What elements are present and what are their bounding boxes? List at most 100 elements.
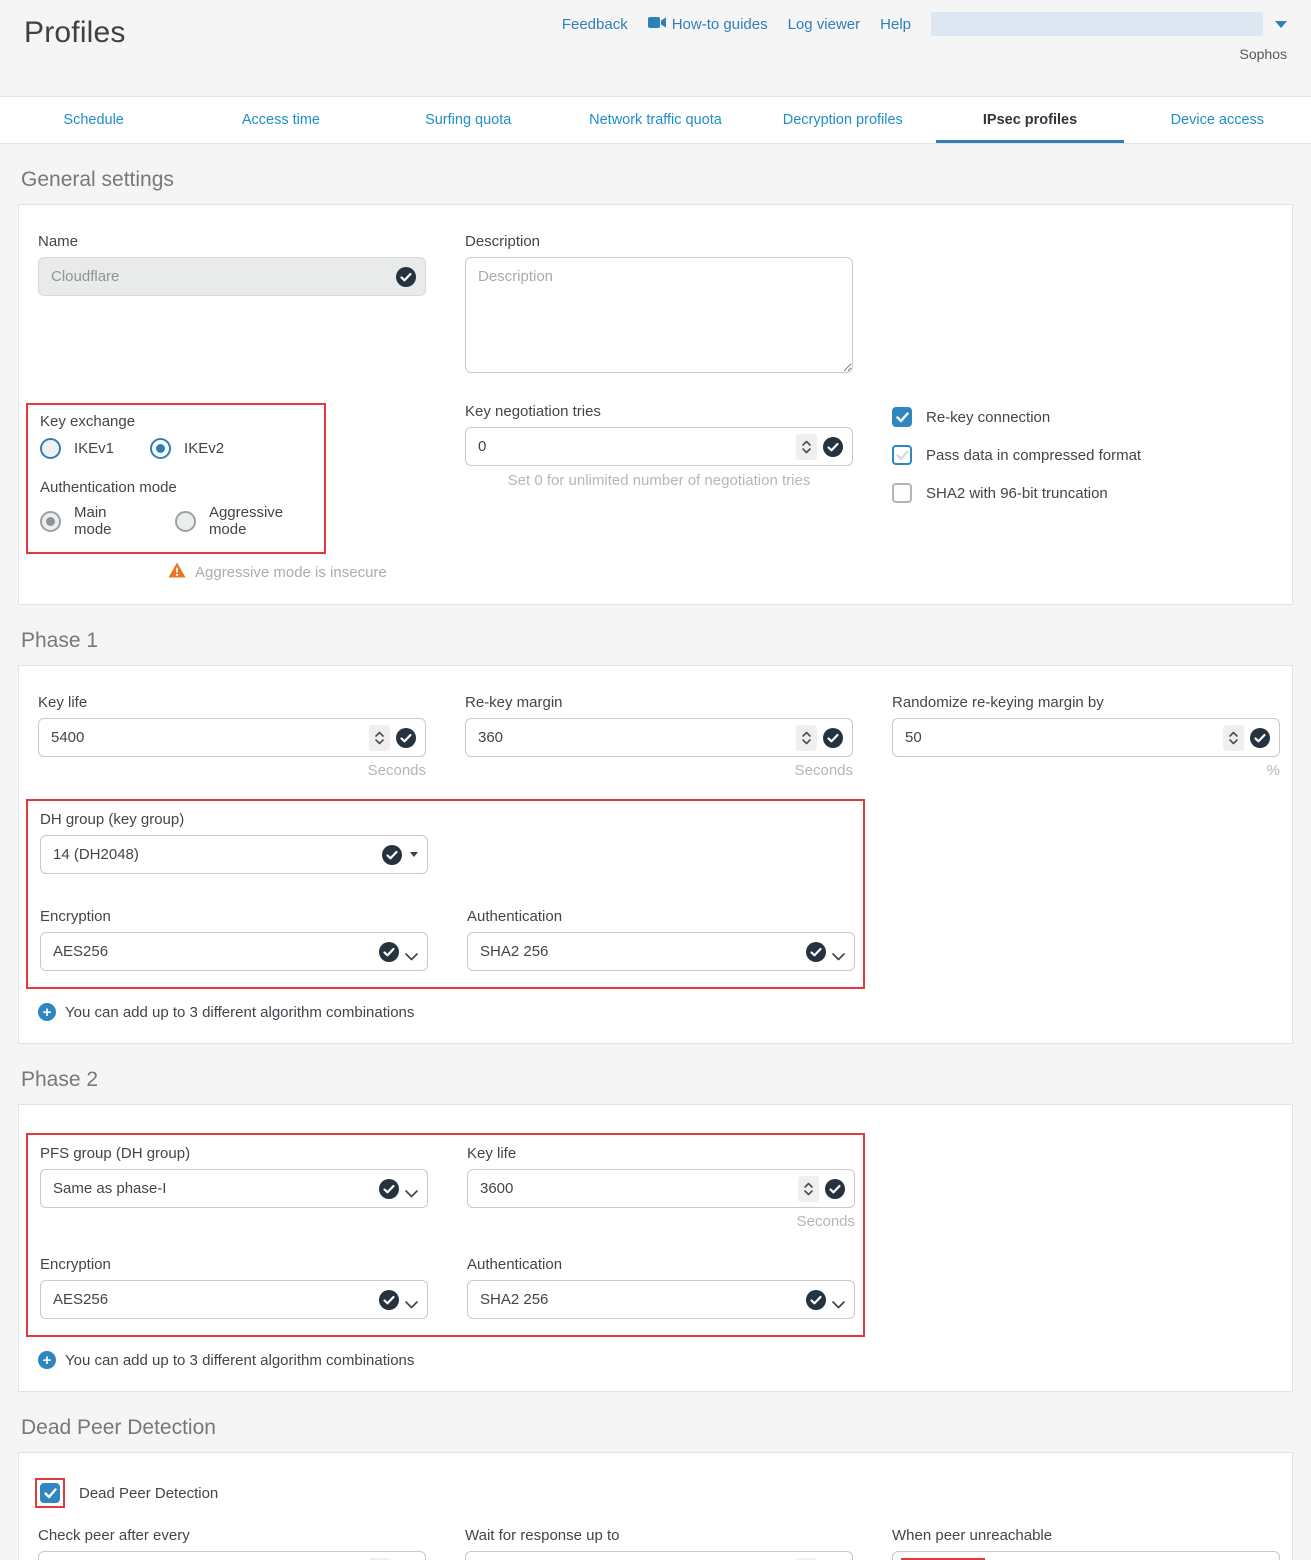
phase2-key-life-input[interactable]: 3600 [467, 1169, 855, 1208]
tab-access-time[interactable]: Access time [187, 97, 374, 143]
phase2-pfs-group-label: PFS group (DH group) [40, 1145, 428, 1162]
phase2-algorithm-highlight-box: PFS group (DH group) Same as phase-I Key… [26, 1133, 865, 1337]
phase2-encryption-select[interactable]: AES256 [40, 1280, 428, 1319]
checkbox-checked-icon [892, 407, 912, 427]
dpd-toggle-label: Dead Peer Detection [79, 1485, 218, 1502]
wait-response-field: Wait for response up to 120 Seconds [465, 1527, 853, 1560]
description-field: Description [465, 233, 853, 377]
feedback-link[interactable]: Feedback [562, 16, 628, 33]
page-header: Profiles Feedback How-to guides Log view… [0, 0, 1311, 96]
tab-device-access[interactable]: Device access [1124, 97, 1311, 143]
phase1-key-life-input[interactable]: 5400 [38, 718, 426, 757]
compressed-format-checkbox[interactable]: Pass data in compressed format [892, 445, 1280, 465]
unit-label: Seconds [465, 762, 853, 779]
tab-surfing-quota[interactable]: Surfing quota [375, 97, 562, 143]
phase2-authentication-select[interactable]: SHA2 256 [467, 1280, 855, 1319]
phase2-authentication-label: Authentication [467, 1256, 855, 1273]
phase1-rekey-margin-input[interactable]: 360 [465, 718, 853, 757]
stepper-icon[interactable] [796, 434, 817, 460]
tab-schedule[interactable]: Schedule [0, 97, 187, 143]
stepper-icon[interactable] [796, 725, 817, 751]
peer-unreachable-select[interactable]: Re-initiate [892, 1551, 1280, 1560]
help-link[interactable]: Help [880, 16, 911, 33]
account-name-redacted [931, 12, 1263, 36]
chevron-down-icon [832, 1296, 845, 1304]
phase1-dh-group-label: DH group (key group) [40, 811, 428, 828]
key-negotiation-input[interactable]: 0 [465, 427, 853, 466]
radio-main-mode: Main mode [40, 504, 139, 538]
general-settings-heading: General settings [21, 168, 1287, 192]
phase2-authentication-field: Authentication SHA2 256 [467, 1256, 855, 1319]
add-icon: + [38, 1003, 56, 1021]
chevron-down-icon [405, 948, 418, 956]
phase1-encryption-select[interactable]: AES256 [40, 932, 428, 971]
wait-response-label: Wait for response up to [465, 1527, 853, 1544]
wait-response-input[interactable]: 120 [465, 1551, 853, 1560]
radio-ikev1[interactable]: IKEv1 [40, 438, 114, 459]
tab-network-traffic-quota[interactable]: Network traffic quota [562, 97, 749, 143]
phase1-rekey-margin-label: Re-key margin [465, 694, 853, 711]
key-exchange-highlight-box: Key exchange IKEv1 IKEv2 Authentication … [26, 403, 326, 554]
phase1-randomize-input[interactable]: 50 [892, 718, 1280, 757]
key-negotiation-label: Key negotiation tries [465, 403, 853, 420]
dpd-heading: Dead Peer Detection [21, 1416, 1287, 1440]
radio-ikev2[interactable]: IKEv2 [150, 438, 224, 459]
valid-check-icon [806, 942, 826, 962]
valid-check-icon [823, 728, 843, 748]
stepper-icon[interactable] [1223, 725, 1244, 751]
radio-ikev1-circle [40, 438, 61, 459]
rekey-connection-checkbox[interactable]: Re-key connection [892, 407, 1280, 427]
phase1-encryption-label: Encryption [40, 908, 428, 925]
phase1-card: Key life 5400 Seconds Re-key margin 360 … [18, 665, 1293, 1044]
valid-check-icon [396, 267, 416, 287]
phase1-authentication-label: Authentication [467, 908, 855, 925]
phase1-authentication-select[interactable]: SHA2 256 [467, 932, 855, 971]
name-input: Cloudflare [38, 257, 426, 296]
phase1-randomize-field: Randomize re-keying margin by 50 % [892, 694, 1280, 779]
log-viewer-link[interactable]: Log viewer [788, 16, 861, 33]
sha2-truncation-checkbox[interactable]: SHA2 with 96-bit truncation [892, 483, 1280, 503]
key-exchange-label: Key exchange [40, 413, 312, 430]
general-settings-card: Name Cloudflare Description Key exchange [18, 204, 1293, 605]
dpd-card: Dead Peer Detection Check peer after eve… [18, 1452, 1293, 1560]
phase1-heading: Phase 1 [21, 629, 1287, 653]
valid-check-icon [1250, 728, 1270, 748]
aggressive-mode-warning: Aggressive mode is insecure [168, 562, 426, 582]
chevron-down-icon [832, 948, 845, 956]
warning-icon [168, 562, 186, 582]
phase1-randomize-label: Randomize re-keying margin by [892, 694, 1280, 711]
account-selector[interactable] [931, 12, 1287, 36]
phase1-authentication-field: Authentication SHA2 256 [467, 908, 855, 971]
checkbox-empty-icon [892, 483, 912, 503]
tab-ipsec-profiles[interactable]: IPsec profiles [936, 97, 1123, 143]
howto-guides-link[interactable]: How-to guides [648, 16, 768, 33]
phase1-rekey-margin-field: Re-key margin 360 Seconds [465, 694, 853, 779]
dpd-checkbox-highlight-box [35, 1478, 65, 1508]
valid-check-icon [379, 1290, 399, 1310]
dpd-checkbox[interactable] [40, 1483, 60, 1503]
phase2-key-life-label: Key life [467, 1145, 855, 1162]
check-peer-input[interactable]: 30 [38, 1551, 426, 1560]
stepper-icon[interactable] [798, 1176, 819, 1202]
tab-decryption-profiles[interactable]: Decryption profiles [749, 97, 936, 143]
header-right: Feedback How-to guides Log viewer Help S… [562, 12, 1287, 62]
description-input[interactable] [465, 257, 853, 373]
brand-label: Sophos [1240, 46, 1287, 62]
phase1-dh-group-field: DH group (key group) 14 (DH2048) [40, 811, 428, 874]
radio-main-mode-circle [40, 511, 61, 532]
stepper-icon[interactable] [369, 725, 390, 751]
radio-aggressive-mode: Aggressive mode [175, 504, 312, 538]
chevron-down-icon [1275, 21, 1287, 28]
valid-check-icon [382, 845, 402, 865]
phase2-encryption-label: Encryption [40, 1256, 428, 1273]
phase2-pfs-group-select[interactable]: Same as phase-I [40, 1169, 428, 1208]
valid-check-icon [379, 942, 399, 962]
phase2-heading: Phase 2 [21, 1068, 1287, 1092]
phase2-add-combination-note[interactable]: + You can add up to 3 different algorith… [38, 1351, 1273, 1369]
phase2-encryption-field: Encryption AES256 [40, 1256, 428, 1319]
unit-label: Seconds [467, 1213, 855, 1230]
page-title: Profiles [24, 16, 126, 50]
phase1-add-combination-note[interactable]: + You can add up to 3 different algorith… [38, 1003, 1273, 1021]
phase1-dh-group-select[interactable]: 14 (DH2048) [40, 835, 428, 874]
key-negotiation-field: Key negotiation tries 0 Set 0 for unlimi… [465, 403, 853, 489]
